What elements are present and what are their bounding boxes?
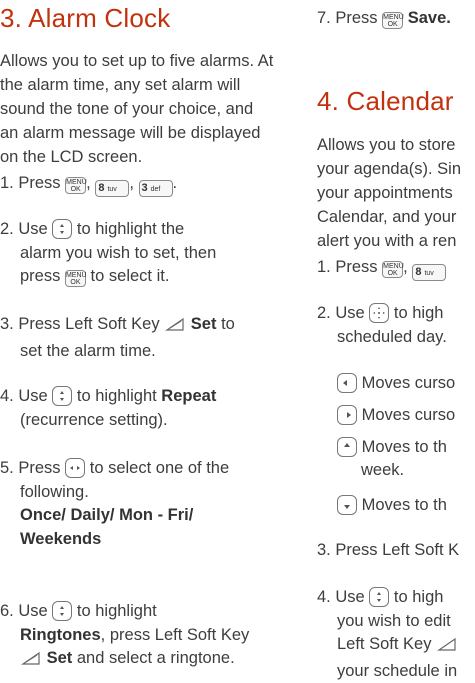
nav-left-icon	[337, 373, 357, 393]
nav-up-down-icon	[52, 219, 73, 239]
menu-ok-key-icon: MENU OK	[64, 270, 87, 287]
calendar-heading: 4. Calendar	[317, 86, 454, 116]
nav-left-right-icon	[65, 458, 86, 478]
nav-up-down-icon	[52, 601, 73, 621]
key-8-icon: 8 tuv	[95, 180, 130, 197]
calendar-move-down: Moves to th	[337, 494, 447, 517]
calendar-step-3: 3. Press Left Soft K	[317, 541, 460, 559]
calendar-step-1: 1. Press MENU OK, 8 tuv	[317, 256, 475, 281]
alarm-step-1: 1. Press MENU OK, 8 tuv, 3 def.	[0, 172, 278, 197]
alarm-step-2: 2. Use to highlight the alarm you wish t…	[0, 219, 217, 287]
left-soft-key-icon	[164, 316, 186, 340]
calendar-step-2: 2. Use to high scheduled day.	[317, 303, 447, 346]
menu-ok-key-icon: MENU OK	[382, 12, 404, 29]
key-3-icon: 3 def	[138, 180, 173, 197]
menu-ok-key-icon: MENU OK	[65, 177, 87, 194]
nav-up-down-icon	[369, 587, 390, 607]
menu-ok-key-icon: MENU OK	[382, 261, 404, 278]
nav-up-icon	[337, 437, 357, 457]
key-8-icon: 8 tuv	[412, 264, 447, 281]
calendar-move-left: Moves curso	[337, 372, 455, 395]
calendar-move-up: Moves to th week.	[337, 436, 447, 482]
calendar-intro: Allows you to store your agenda(s). Sin …	[317, 136, 461, 250]
alarm-step-4: 4. Use to highlight Repeat (recurrence s…	[0, 386, 217, 429]
alarm-step-5: 5. Press to select one of the following.…	[0, 458, 230, 548]
calendar-step-4: 4. Use to high you wish to edit Left Sof…	[317, 587, 458, 680]
alarm-clock-heading: 3. Alarm Clock	[0, 3, 171, 33]
left-soft-key-icon	[436, 636, 458, 660]
alarm-step-6: 6. Use to highlight Ringtones, press Lef…	[0, 600, 278, 674]
calendar-move-right: Moves curso	[337, 404, 455, 427]
nav-down-icon	[337, 495, 357, 515]
nav-right-icon	[337, 405, 357, 425]
nav-up-down-icon	[52, 386, 73, 406]
nav-four-way-icon	[369, 303, 390, 323]
alarm-clock-intro: Allows you to set up to five alarms. At …	[0, 52, 274, 166]
alarm-step-3: 3. Press Left Soft Key Set to set the al…	[0, 315, 235, 360]
left-soft-key-icon	[20, 650, 42, 674]
alarm-step-7: 7. Press MENU OK Save.	[317, 9, 451, 29]
